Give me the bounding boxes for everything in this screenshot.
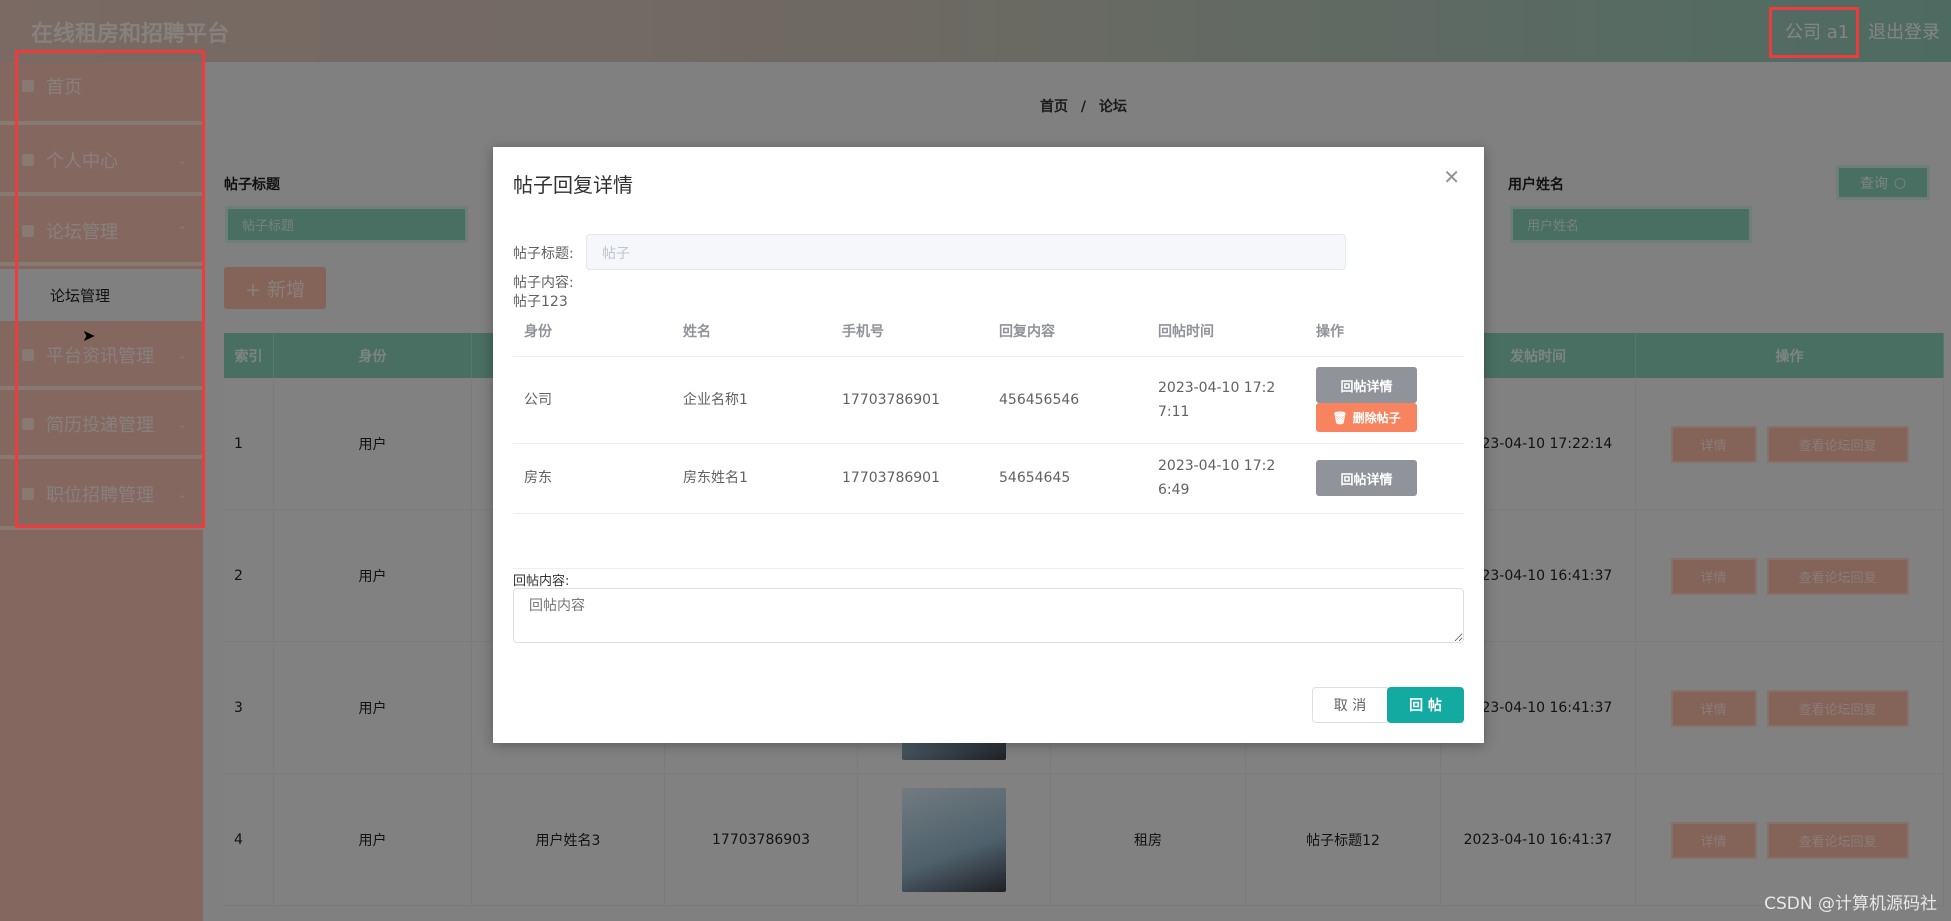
- mouse-cursor: ➤: [82, 326, 96, 345]
- post-title-label: 帖子标题:: [513, 246, 574, 262]
- delete-post-button[interactable]: 🗑 删除帖子: [1316, 403, 1417, 432]
- reply-detail-button[interactable]: 回帖详情: [1316, 460, 1417, 496]
- highlight-box: [15, 50, 205, 528]
- column-header: 身份: [524, 324, 552, 340]
- column-header: 回复内容: [999, 324, 1055, 340]
- column-header: 手机号: [842, 324, 884, 340]
- post-content-label: 帖子内容:: [513, 275, 574, 291]
- table-cell: 17703786901: [842, 391, 940, 408]
- dialog-title: 帖子回复详情: [513, 173, 633, 197]
- delete-label: 删除帖子: [1352, 411, 1401, 425]
- post-title-input[interactable]: 帖子: [586, 234, 1346, 270]
- row-divider: [513, 513, 1464, 514]
- highlight-box: [1769, 7, 1859, 58]
- divider: [513, 568, 1464, 569]
- reply-content-textarea[interactable]: [513, 588, 1464, 643]
- reply-time: 2023-04-10 17:26:49: [1158, 458, 1276, 498]
- watermark: CSDN @计算机源码社: [1764, 894, 1937, 914]
- table-cell: 54654645: [999, 470, 1071, 486]
- row-divider: [513, 356, 1464, 357]
- column-header: 姓名: [683, 324, 711, 340]
- table-cell: 企业名称1: [683, 391, 748, 408]
- table-cell: 456456546: [999, 391, 1080, 408]
- reply-content-label: 回帖内容:: [513, 574, 570, 589]
- reply-detail-dialog: 帖子回复详情 ✕ 帖子标题: 帖子 帖子内容: 帖子123 回帖内容: 取 消 …: [493, 147, 1484, 743]
- column-header: 操作: [1316, 324, 1344, 340]
- reply-detail-button[interactable]: 回帖详情: [1316, 367, 1417, 403]
- column-header: 回帖时间: [1158, 324, 1214, 340]
- submit-reply-button[interactable]: 回 帖: [1387, 687, 1464, 723]
- table-cell: 房东: [524, 470, 552, 486]
- table-cell: 公司: [524, 391, 552, 408]
- close-icon[interactable]: ✕: [1443, 165, 1460, 189]
- trash-icon: 🗑: [1332, 410, 1348, 425]
- row-divider: [513, 443, 1464, 444]
- post-content: 帖子123: [513, 294, 568, 310]
- table-cell: 房东姓名1: [683, 470, 748, 486]
- table-cell: 17703786901: [842, 470, 940, 486]
- cancel-button[interactable]: 取 消: [1312, 687, 1388, 723]
- reply-time: 2023-04-10 17:27:11: [1158, 379, 1276, 420]
